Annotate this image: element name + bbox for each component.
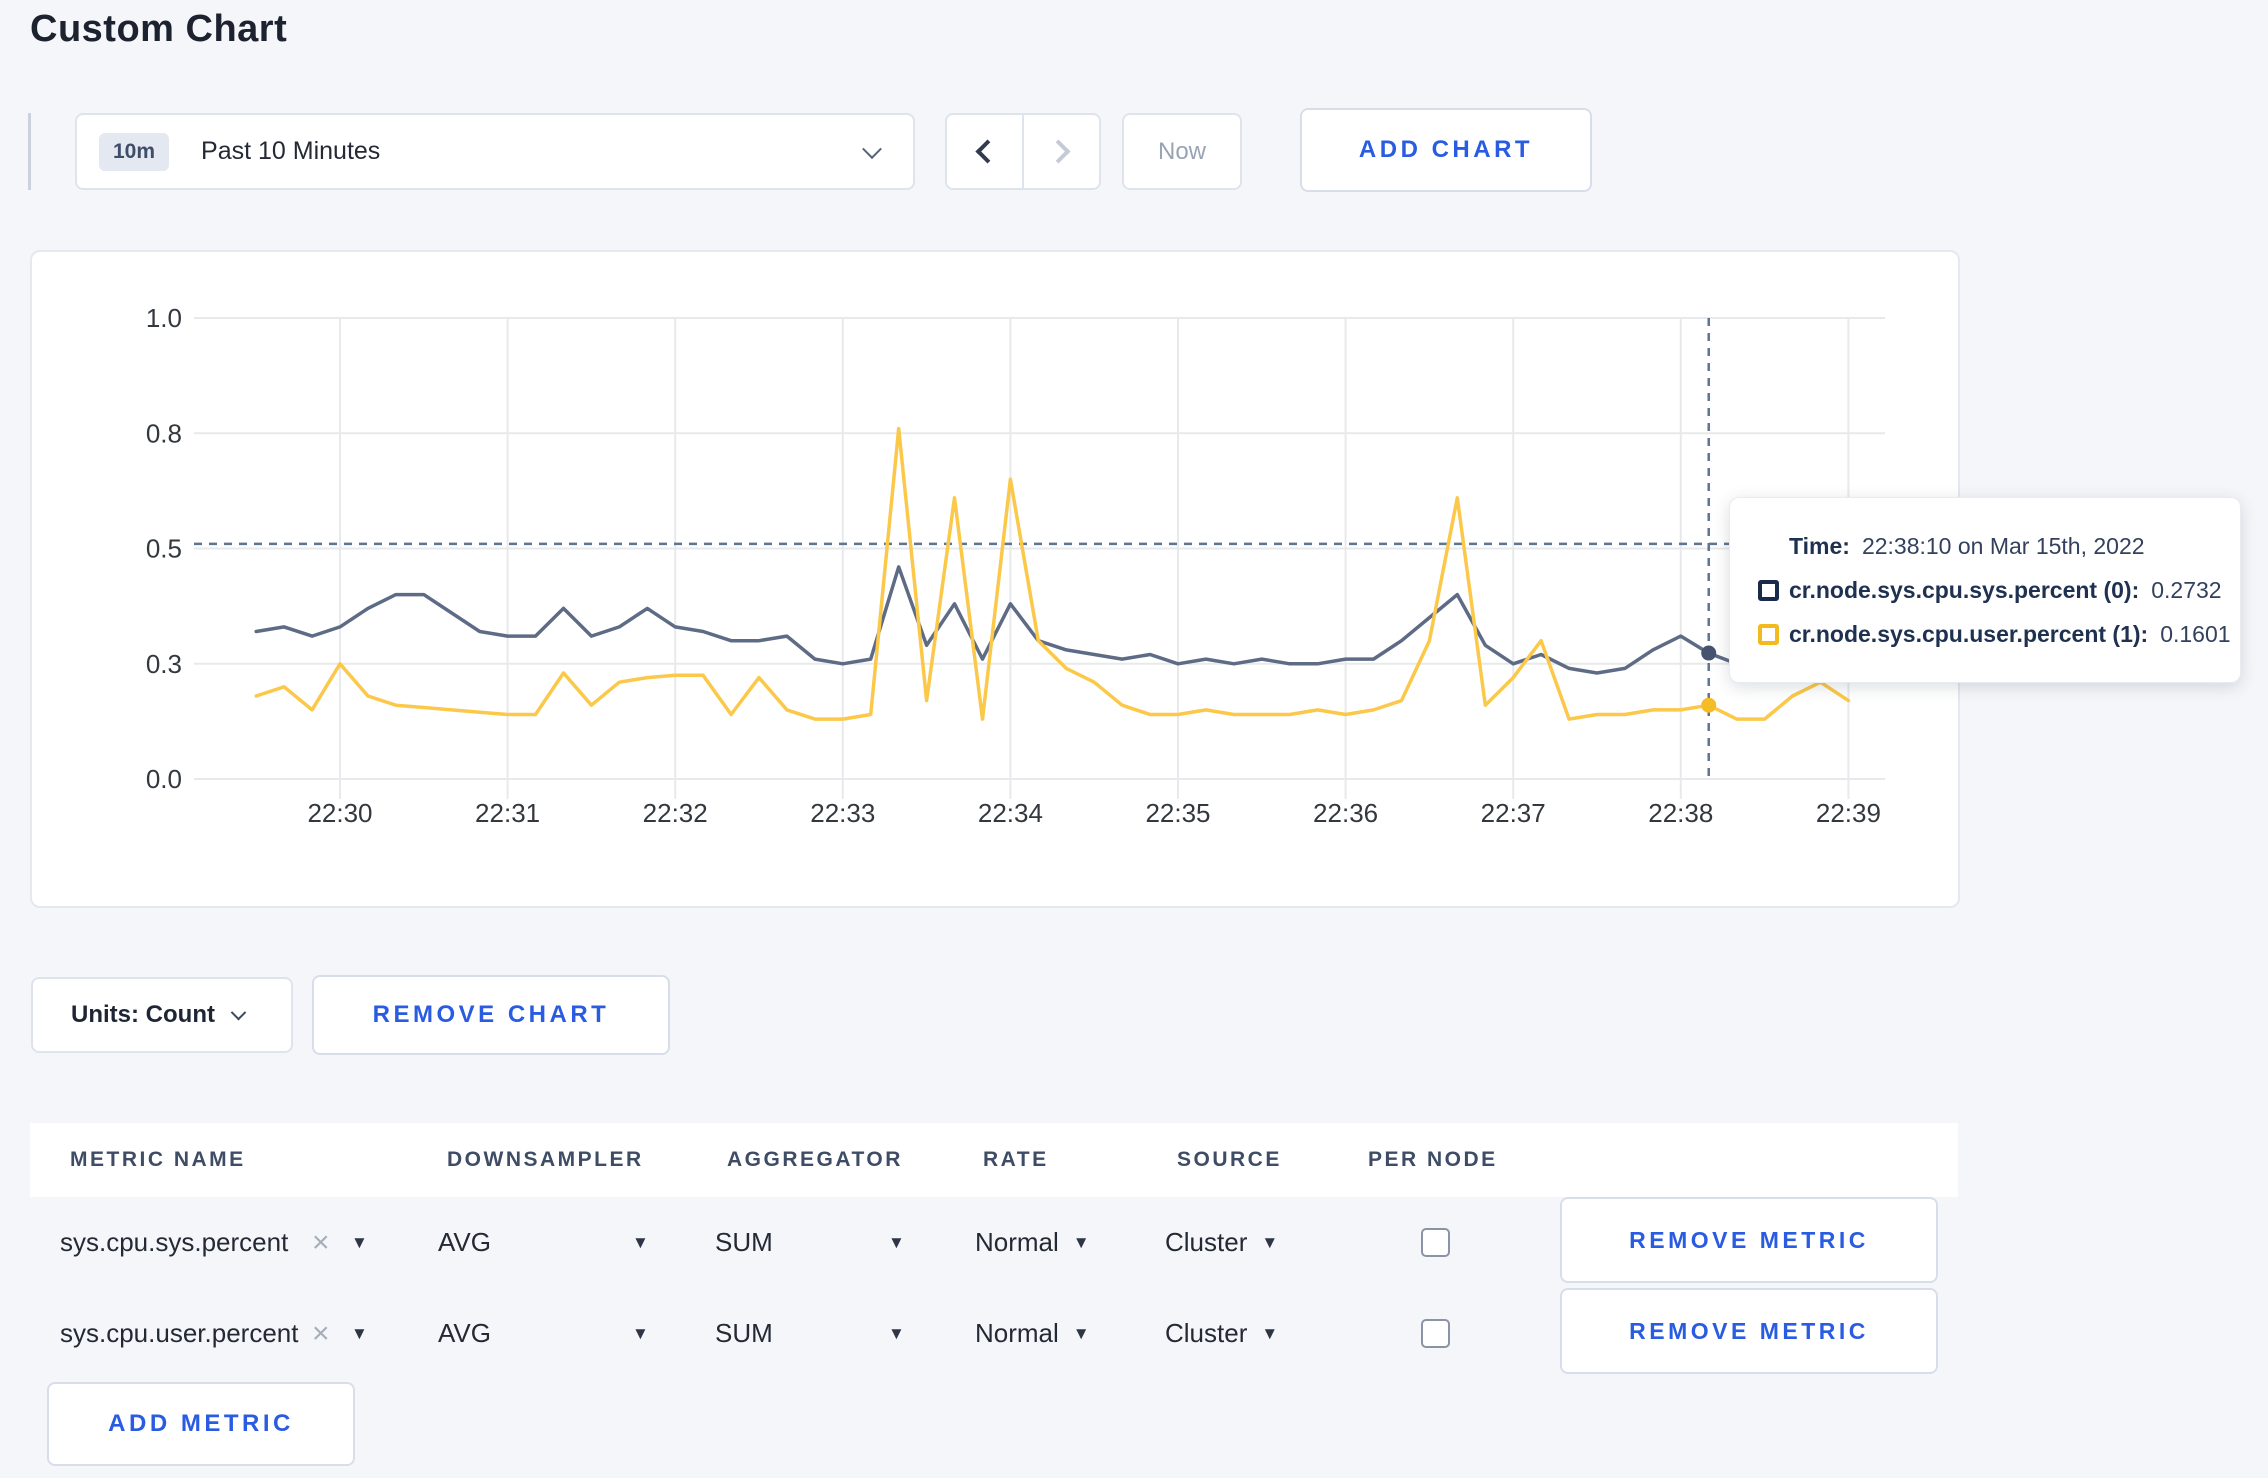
- chevron-left-icon: [975, 139, 1000, 164]
- page-title: Custom Chart: [30, 8, 288, 50]
- y-tick-label: 0.0: [146, 764, 182, 794]
- per-node-checkbox[interactable]: [1421, 1319, 1450, 1348]
- x-tick-label: 22:39: [1816, 798, 1881, 828]
- x-tick-label: 22:32: [643, 798, 708, 828]
- source-value: Cluster: [1165, 1318, 1248, 1348]
- hover-dot-0: [1701, 645, 1717, 661]
- caret-down-icon: ▼: [1261, 1323, 1279, 1343]
- time-range-label: Past 10 Minutes: [201, 137, 381, 165]
- caret-down-icon[interactable]: ▼: [888, 1197, 905, 1288]
- y-tick-label: 1.0: [146, 303, 182, 333]
- column-header-rate: RATE: [983, 1148, 1049, 1171]
- clear-metric-icon[interactable]: ×: [312, 1288, 330, 1379]
- chevron-down-icon: [862, 138, 882, 159]
- caret-down-icon: ▼: [1261, 1232, 1279, 1252]
- rate-select[interactable]: Normal ▼: [975, 1197, 1090, 1288]
- column-header-per-node: PER NODE: [1368, 1148, 1498, 1171]
- rate-value: Normal: [975, 1318, 1059, 1348]
- remove-metric-button[interactable]: REMOVE METRIC: [1560, 1197, 1938, 1283]
- column-header-source: SOURCE: [1177, 1148, 1282, 1171]
- x-tick-label: 22:36: [1313, 798, 1378, 828]
- source-select[interactable]: Cluster ▼: [1165, 1288, 1278, 1379]
- rate-select[interactable]: Normal ▼: [975, 1288, 1090, 1379]
- column-header-metric-name: METRIC NAME: [70, 1148, 246, 1171]
- series-line-1: [254, 426, 1851, 721]
- x-tick-label: 22:30: [307, 798, 372, 828]
- column-header-aggregator: AGGREGATOR: [727, 1148, 903, 1171]
- x-tick-label: 22:31: [475, 798, 540, 828]
- rate-value: Normal: [975, 1227, 1059, 1257]
- tooltip-series-row: cr.node.sys.cpu.user.percent (1): 0.1601: [1758, 621, 2240, 648]
- time-range-dropdown[interactable]: 10m Past 10 Minutes: [75, 113, 915, 190]
- next-time-button[interactable]: [1024, 115, 1099, 188]
- remove-metric-button[interactable]: REMOVE METRIC: [1560, 1288, 1938, 1374]
- metric-row: sys.cpu.user.percent × ▼ AVG ▼ SUM ▼ Nor…: [30, 1288, 1958, 1379]
- timeseries-chart[interactable]: 0.0 0.3 0.5 0.8 1.0 22:30 22:31 22:32 22:33 22:34…: [32, 252, 1958, 906]
- tooltip-time-value: 22:38:10 on Mar 15th, 2022: [1861, 532, 2145, 559]
- column-header-downsampler: DOWNSAMPLER: [447, 1148, 644, 1171]
- hover-dot-1: [1701, 697, 1717, 713]
- x-tick-label: 22:35: [1145, 798, 1210, 828]
- metric-name-select[interactable]: sys.cpu.sys.percent: [60, 1197, 288, 1288]
- tooltip-series-row: cr.node.sys.cpu.sys.percent (0): 0.2732: [1758, 577, 2240, 604]
- x-tick-label: 22:38: [1648, 798, 1713, 828]
- caret-down-icon[interactable]: ▼: [351, 1197, 368, 1288]
- sys-series-swatch-icon: [1758, 579, 1779, 601]
- now-button[interactable]: Now: [1122, 113, 1242, 190]
- chart-tooltip: Time: 22:38:10 on Mar 15th, 2022 cr.node…: [1729, 497, 2241, 683]
- chevron-down-icon: [230, 1004, 247, 1020]
- units-label: Units: Count: [71, 1001, 215, 1028]
- x-tick-label: 22:33: [810, 798, 875, 828]
- custom-chart-page: Custom Chart 10m Past 10 Minutes Now ADD…: [0, 0, 2268, 1478]
- user-series-swatch-icon: [1758, 623, 1779, 645]
- remove-chart-button[interactable]: REMOVE CHART: [312, 975, 670, 1055]
- y-tick-label: 0.5: [146, 534, 182, 564]
- add-metric-button[interactable]: ADD METRIC: [47, 1382, 355, 1466]
- tooltip-series-label: cr.node.sys.cpu.user.percent (1):: [1789, 620, 2149, 647]
- metric-row: sys.cpu.sys.percent × ▼ AVG ▼ SUM ▼ Norm…: [30, 1197, 1958, 1288]
- source-select[interactable]: Cluster ▼: [1165, 1197, 1278, 1288]
- chart-card: 0.0 0.3 0.5 0.8 1.0 22:30 22:31 22:32 22:33 22:34…: [30, 250, 1960, 908]
- tooltip-series-value: 0.2732: [2151, 576, 2222, 603]
- clear-metric-icon[interactable]: ×: [312, 1197, 330, 1288]
- caret-down-icon: ▼: [1072, 1232, 1090, 1252]
- y-tick-label: 0.8: [146, 418, 182, 448]
- tooltip-series-label: cr.node.sys.cpu.sys.percent (0):: [1789, 576, 2140, 603]
- metric-name-select[interactable]: sys.cpu.user.percent: [60, 1288, 298, 1379]
- per-node-checkbox[interactable]: [1421, 1228, 1450, 1257]
- units-dropdown[interactable]: Units: Count: [31, 977, 293, 1053]
- source-value: Cluster: [1165, 1227, 1248, 1257]
- time-window-badge: 10m: [99, 132, 170, 171]
- downsampler-select[interactable]: AVG: [438, 1288, 491, 1379]
- chevron-right-icon: [1046, 139, 1071, 164]
- downsampler-select[interactable]: AVG: [438, 1197, 491, 1288]
- add-chart-button[interactable]: ADD CHART: [1300, 108, 1592, 192]
- toolbar-divider: [28, 113, 31, 190]
- tooltip-time-label: Time:: [1789, 532, 1850, 559]
- caret-down-icon: ▼: [1072, 1323, 1090, 1343]
- caret-down-icon[interactable]: ▼: [632, 1288, 649, 1379]
- time-pager: [945, 113, 1101, 190]
- series-line-0: [254, 565, 1851, 675]
- metrics-table-header: METRIC NAME DOWNSAMPLER AGGREGATOR RATE …: [30, 1123, 1958, 1197]
- tooltip-time-row: Time: 22:38:10 on Mar 15th, 2022: [1789, 533, 2240, 560]
- aggregator-select[interactable]: SUM: [715, 1288, 773, 1379]
- x-tick-label: 22:34: [978, 798, 1043, 828]
- tooltip-series-value: 0.1601: [2160, 620, 2231, 647]
- aggregator-select[interactable]: SUM: [715, 1197, 773, 1288]
- caret-down-icon[interactable]: ▼: [632, 1197, 649, 1288]
- x-tick-label: 22:37: [1481, 798, 1546, 828]
- y-tick-label: 0.3: [146, 649, 182, 679]
- caret-down-icon[interactable]: ▼: [888, 1288, 905, 1379]
- prev-time-button[interactable]: [947, 115, 1024, 188]
- caret-down-icon[interactable]: ▼: [351, 1288, 368, 1379]
